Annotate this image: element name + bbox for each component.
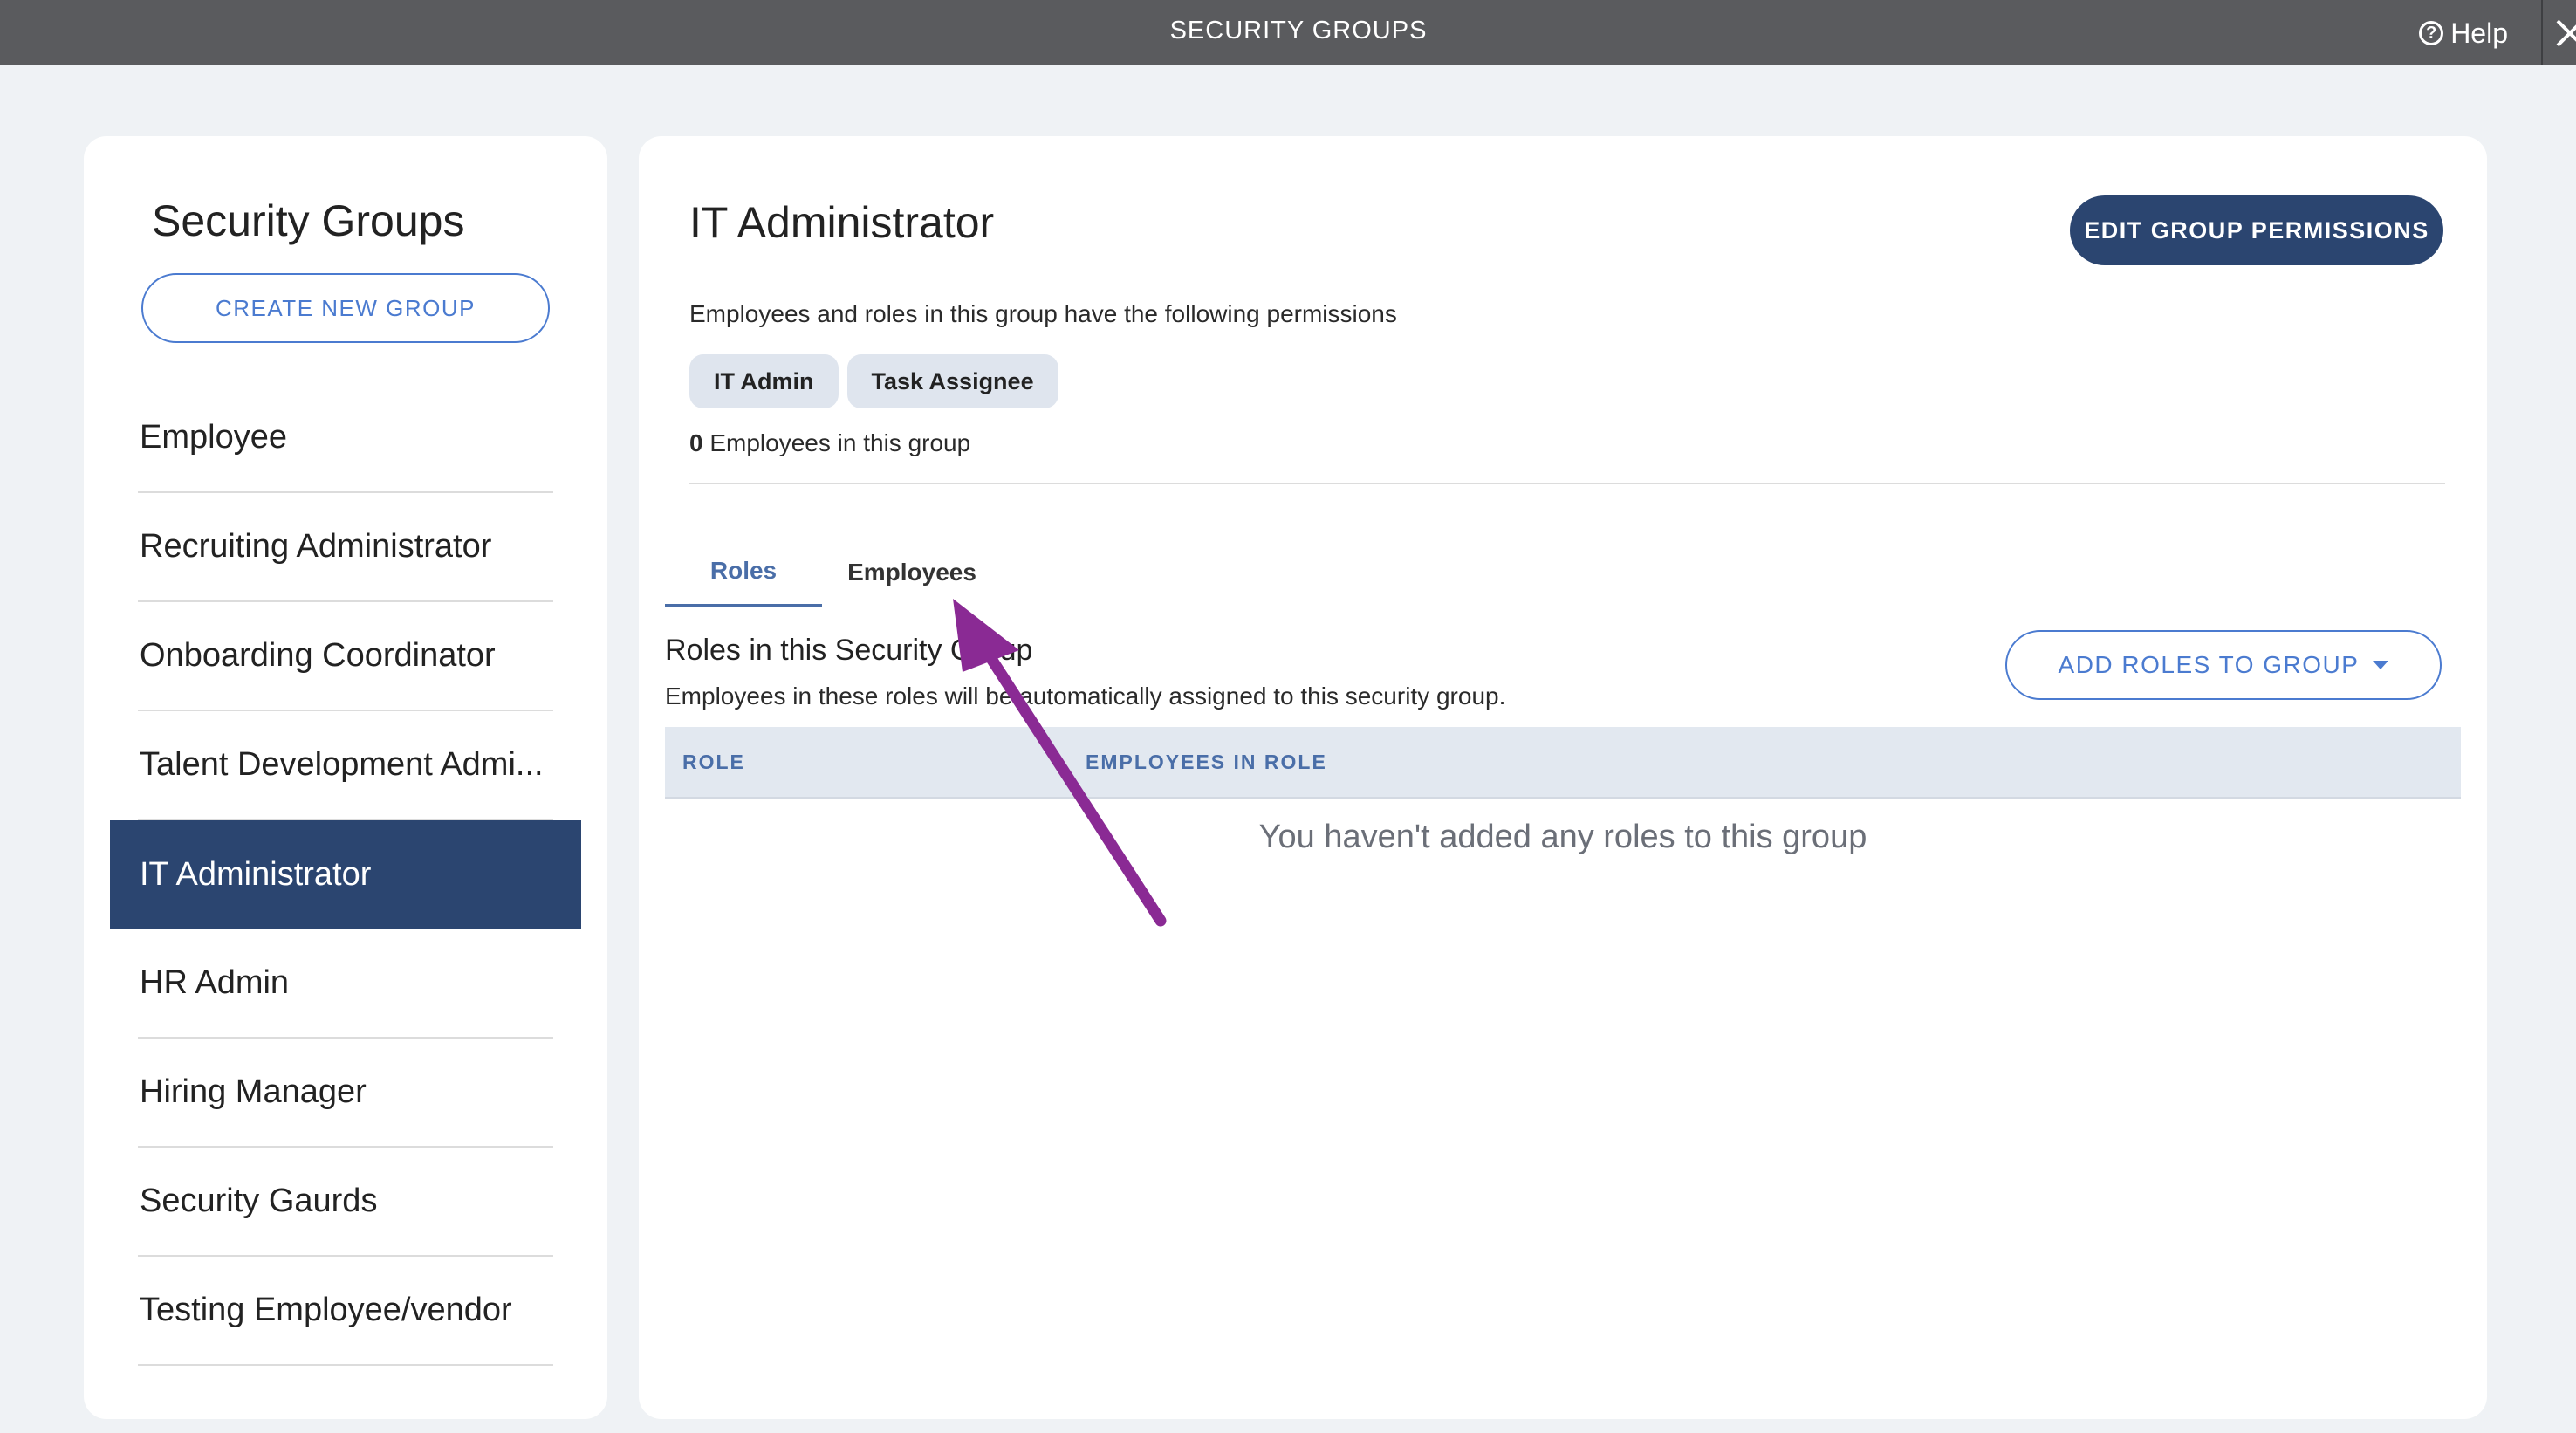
- sidebar-item-group[interactable]: Testing Employee/vendor: [138, 1257, 553, 1366]
- column-header-role[interactable]: ROLE: [682, 727, 745, 797]
- help-button[interactable]: ? Help: [2419, 0, 2508, 65]
- security-groups-sidebar: Security Groups CREATE NEW GROUP Employe…: [84, 136, 607, 1419]
- tabs: Roles Employees: [665, 538, 1002, 607]
- empty-table-message: You haven't added any roles to this grou…: [1258, 819, 1867, 855]
- create-new-group-button[interactable]: CREATE NEW GROUP: [141, 273, 550, 343]
- sidebar-item-group[interactable]: Security Gaurds: [138, 1148, 553, 1257]
- help-label: Help: [2450, 17, 2508, 49]
- divider: [689, 483, 2445, 484]
- sidebar-item-group[interactable]: Talent Development Admi...: [138, 711, 553, 820]
- roles-section-title: Roles in this Security Group: [665, 634, 1033, 667]
- top-bar-divider: [2541, 0, 2543, 65]
- roles-section-description: Employees in these roles will be automat…: [665, 682, 1506, 710]
- permission-chip: Task Assignee: [846, 354, 1058, 408]
- employee-count-label: Employees in this group: [702, 429, 971, 456]
- top-bar: SECURITY GROUPS ? Help: [0, 0, 2576, 65]
- permissions-description: Employees and roles in this group have t…: [689, 300, 1397, 327]
- employee-count: 0 Employees in this group: [689, 429, 970, 457]
- page-title: SECURITY GROUPS: [1169, 17, 1428, 45]
- column-header-employees-in-role[interactable]: EMPLOYEES IN ROLE: [1086, 727, 1327, 797]
- group-list: Employee Recruiting Administrator Onboardi…: [84, 384, 607, 1366]
- sidebar-item-group[interactable]: Hiring Manager: [138, 1039, 553, 1148]
- help-icon: ?: [2419, 20, 2444, 45]
- add-roles-to-group-button[interactable]: ADD ROLES TO GROUP: [2005, 630, 2442, 700]
- tab-roles[interactable]: Roles: [665, 538, 822, 607]
- tab-employees[interactable]: Employees: [822, 538, 1002, 607]
- sidebar-item-group[interactable]: IT Administrator: [110, 820, 581, 929]
- add-roles-label: ADD ROLES TO GROUP: [2058, 651, 2360, 678]
- sidebar-title: Security Groups: [152, 196, 465, 245]
- permission-chip: IT Admin: [689, 354, 839, 408]
- permission-chips: IT Admin Task Assignee: [689, 354, 1058, 408]
- employee-count-value: 0: [689, 429, 703, 456]
- caret-down-icon: [2373, 661, 2389, 669]
- sidebar-item-group[interactable]: HR Admin: [138, 929, 553, 1039]
- close-icon[interactable]: [2552, 16, 2576, 51]
- roles-table-header: ROLE EMPLOYEES IN ROLE: [665, 727, 2461, 799]
- group-title: IT Administrator: [689, 198, 995, 247]
- group-detail-panel: IT Administrator EDIT GROUP PERMISSIONS …: [639, 136, 2487, 1419]
- sidebar-item-group[interactable]: Employee: [138, 384, 553, 493]
- edit-group-permissions-button[interactable]: EDIT GROUP PERMISSIONS: [2070, 195, 2443, 265]
- sidebar-item-group[interactable]: Recruiting Administrator: [138, 493, 553, 602]
- sidebar-item-group[interactable]: Onboarding Coordinator: [138, 602, 553, 711]
